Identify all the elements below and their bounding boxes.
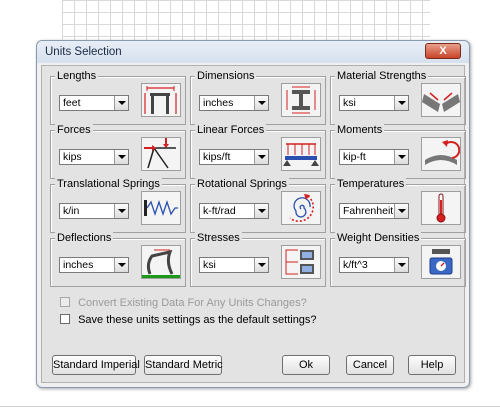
standard-metric-button[interactable]: Standard Metric [144, 355, 223, 375]
frame-lengths-icon [141, 83, 181, 117]
convert-existing-data-checkbox[interactable] [60, 297, 70, 307]
select-value: kips [63, 151, 82, 163]
select-value: kips/ft [203, 151, 231, 163]
scale-icon [421, 245, 461, 279]
units-selection-dialog: Units Selection X Lengths feet Dimension… [36, 40, 470, 388]
translational-spring-icon [141, 191, 181, 225]
group-label: Temperatures [335, 178, 407, 190]
weight-densities-select[interactable]: k/ft^3 [339, 257, 409, 273]
select-value: Fahrenheit [343, 205, 394, 217]
stress-icon [281, 245, 321, 279]
select-value: feet [63, 97, 81, 109]
chevron-down-icon[interactable] [394, 204, 408, 218]
save-default-settings-row: Save these units settings as the default… [60, 314, 317, 326]
select-value: k-ft/rad [203, 205, 236, 217]
dialog-client-area: Lengths feet Dimensions inches Material … [41, 65, 466, 383]
thermometer-icon [421, 191, 461, 225]
group-label: Weight Densities [335, 232, 422, 244]
close-button[interactable]: X [425, 43, 461, 59]
deflection-icon [141, 245, 181, 279]
chevron-down-icon[interactable] [394, 150, 408, 164]
chevron-down-icon[interactable] [254, 150, 268, 164]
select-value: ksi [343, 97, 356, 109]
group-temperatures: Temperatures Fahrenheit [330, 178, 466, 233]
group-label: Deflections [55, 232, 114, 244]
chevron-down-icon[interactable] [114, 258, 128, 272]
select-value: kip-ft [343, 151, 366, 163]
material-strengths-select[interactable]: ksi [339, 95, 409, 111]
forces-select[interactable]: kips [59, 149, 129, 165]
convert-existing-data-row: Convert Existing Data For Any Units Chan… [60, 297, 307, 309]
chevron-down-icon[interactable] [114, 204, 128, 218]
stresses-select[interactable]: ksi [199, 257, 269, 273]
background-divider [0, 406, 500, 407]
distributed-load-icon [281, 137, 321, 171]
linear-forces-select[interactable]: kips/ft [199, 149, 269, 165]
temperatures-select[interactable]: Fahrenheit [339, 203, 409, 219]
save-default-settings-label: Save these units settings as the default… [78, 314, 317, 326]
group-label: Rotational Springs [195, 178, 289, 190]
convert-existing-data-label: Convert Existing Data For Any Units Chan… [78, 297, 307, 309]
title-bar[interactable]: Units Selection X [37, 41, 469, 63]
moments-select[interactable]: kip-ft [339, 149, 409, 165]
moment-icon [421, 137, 461, 171]
ok-button[interactable]: Ok [282, 355, 330, 375]
chevron-down-icon[interactable] [254, 204, 268, 218]
group-label: Lengths [55, 70, 99, 82]
cancel-button[interactable]: Cancel [346, 355, 394, 375]
standard-imperial-button[interactable]: Standard Imperial [52, 355, 140, 375]
lengths-select[interactable]: feet [59, 95, 129, 111]
material-strength-icon [421, 83, 461, 117]
group-deflections: Deflections inches [50, 232, 186, 287]
select-value: k/in [63, 205, 80, 217]
chevron-down-icon[interactable] [394, 258, 408, 272]
dimensions-select[interactable]: inches [199, 95, 269, 111]
chevron-down-icon[interactable] [114, 150, 128, 164]
group-linear-forces: Linear Forces kips/ft [190, 124, 326, 179]
group-moments: Moments kip-ft [330, 124, 466, 179]
select-value: k/ft^3 [343, 259, 368, 271]
group-rotational-springs: Rotational Springs k-ft/rad [190, 178, 326, 233]
save-default-settings-checkbox[interactable] [60, 314, 70, 324]
select-value: inches [203, 97, 234, 109]
group-translational-springs: Translational Springs k/in [50, 178, 186, 233]
rotational-springs-select[interactable]: k-ft/rad [199, 203, 269, 219]
group-label: Linear Forces [195, 124, 267, 136]
deflections-select[interactable]: inches [59, 257, 129, 273]
chevron-down-icon[interactable] [254, 258, 268, 272]
group-weight-densities: Weight Densities k/ft^3 [330, 232, 466, 287]
group-label: Dimensions [195, 70, 257, 82]
group-label: Moments [335, 124, 385, 136]
group-stresses: Stresses ksi [190, 232, 326, 287]
translational-springs-select[interactable]: k/in [59, 203, 129, 219]
rotational-spring-icon [281, 191, 321, 225]
group-dimensions: Dimensions inches [190, 70, 326, 125]
force-arrows-icon [141, 137, 181, 171]
dialog-title: Units Selection [45, 46, 122, 58]
group-forces: Forces kips [50, 124, 186, 179]
group-lengths: Lengths feet [50, 70, 186, 125]
group-label: Translational Springs [55, 178, 162, 190]
chevron-down-icon[interactable] [254, 96, 268, 110]
group-material-strengths: Material Strengths ksi [330, 70, 466, 125]
help-button[interactable]: Help [408, 355, 456, 375]
ibeam-dimensions-icon [281, 83, 321, 117]
select-value: inches [63, 259, 94, 271]
group-label: Stresses [195, 232, 242, 244]
group-label: Forces [55, 124, 93, 136]
group-label: Material Strengths [335, 70, 429, 82]
select-value: ksi [203, 259, 216, 271]
chevron-down-icon[interactable] [114, 96, 128, 110]
chevron-down-icon[interactable] [394, 96, 408, 110]
